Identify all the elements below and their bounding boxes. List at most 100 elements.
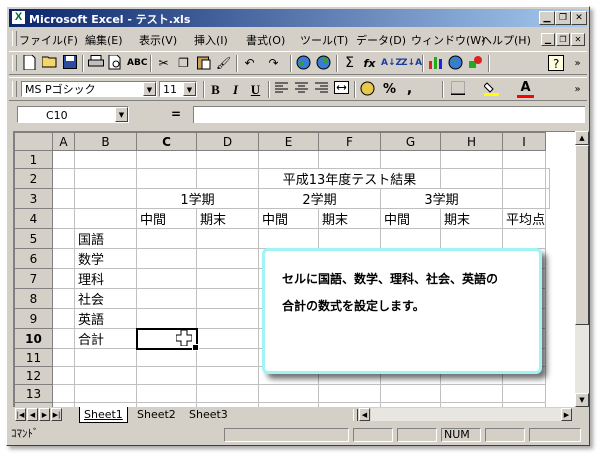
autosum-icon[interactable]: Σ bbox=[341, 55, 358, 72]
term-header-cell[interactable]: 2学期 bbox=[258, 188, 381, 209]
subheader-cell[interactable]: 中間 bbox=[136, 208, 197, 229]
font-name-select[interactable]: MS Pゴシック ▼ bbox=[21, 81, 157, 97]
cell[interactable] bbox=[52, 308, 75, 329]
term-header-cell[interactable]: 1学期 bbox=[136, 188, 259, 209]
tab-sheet1[interactable]: Sheet1 bbox=[79, 407, 128, 423]
row-header[interactable]: 5 bbox=[14, 228, 53, 249]
fill-handle[interactable] bbox=[191, 343, 199, 351]
cell[interactable] bbox=[136, 384, 197, 403]
menu-help[interactable]: ヘルプ(H) bbox=[481, 32, 531, 48]
minimize-button[interactable]: ▁ bbox=[539, 11, 555, 25]
cell[interactable] bbox=[74, 384, 137, 403]
scroll-left-icon[interactable]: ◀ bbox=[359, 408, 370, 421]
cell[interactable] bbox=[501, 384, 547, 403]
office-assistant-icon[interactable]: ? bbox=[547, 55, 564, 72]
italic-button[interactable]: I bbox=[227, 81, 244, 98]
merge-center-icon[interactable] bbox=[333, 81, 350, 98]
cell[interactable] bbox=[501, 188, 547, 209]
cell[interactable] bbox=[380, 150, 441, 169]
align-left-icon[interactable] bbox=[273, 81, 290, 98]
formula-input[interactable] bbox=[193, 106, 585, 123]
sort-descending-icon[interactable]: Z↓A bbox=[401, 55, 422, 72]
cell[interactable] bbox=[52, 288, 75, 309]
menu-view[interactable]: 表示(V) bbox=[139, 32, 177, 48]
cell[interactable] bbox=[196, 288, 259, 309]
chart-wizard-icon[interactable] bbox=[427, 55, 444, 72]
cell[interactable] bbox=[501, 150, 547, 169]
cell[interactable] bbox=[74, 188, 137, 209]
cell[interactable] bbox=[136, 348, 197, 367]
cell[interactable] bbox=[136, 288, 197, 309]
maximize-button[interactable]: ❐ bbox=[555, 11, 571, 25]
cell[interactable] bbox=[74, 150, 137, 169]
cell[interactable] bbox=[258, 228, 319, 249]
row-header[interactable]: 10 bbox=[14, 328, 53, 349]
cell[interactable] bbox=[52, 208, 75, 229]
row-header[interactable]: 12 bbox=[14, 366, 53, 385]
row-header[interactable]: 13 bbox=[14, 384, 53, 403]
cell[interactable] bbox=[52, 248, 75, 269]
font-color-button[interactable]: A bbox=[517, 81, 534, 98]
column-header[interactable]: A bbox=[52, 132, 75, 151]
cell[interactable] bbox=[196, 168, 259, 189]
cell[interactable] bbox=[52, 348, 75, 367]
cell[interactable] bbox=[52, 150, 75, 169]
percent-style-button[interactable]: % bbox=[381, 81, 398, 98]
cut-icon[interactable]: ✂ bbox=[155, 55, 172, 72]
cell[interactable] bbox=[380, 228, 441, 249]
row-header[interactable]: 2 bbox=[14, 168, 53, 189]
hyperlink-icon[interactable] bbox=[315, 55, 332, 72]
cell[interactable] bbox=[318, 228, 381, 249]
align-right-icon[interactable] bbox=[313, 81, 330, 98]
subheader-cell[interactable]: 期末 bbox=[318, 208, 381, 229]
active-cell[interactable] bbox=[135, 327, 199, 351]
cell[interactable] bbox=[74, 348, 137, 367]
underline-button[interactable]: U bbox=[247, 81, 264, 98]
cell[interactable] bbox=[196, 308, 259, 329]
subject-cell[interactable]: 理科 bbox=[74, 268, 137, 289]
subheader-cell[interactable]: 期末 bbox=[440, 208, 503, 229]
name-box[interactable]: C10 ▼ bbox=[17, 106, 129, 123]
row-header[interactable]: 8 bbox=[14, 288, 53, 309]
cell[interactable] bbox=[196, 248, 259, 269]
redo-icon[interactable]: ↷ bbox=[265, 55, 282, 72]
menu-insert[interactable]: 挿入(I) bbox=[194, 32, 228, 48]
prev-sheet-icon[interactable]: ◀ bbox=[27, 408, 38, 421]
cell[interactable] bbox=[52, 366, 75, 385]
doc-close-button[interactable]: ✕ bbox=[571, 33, 585, 46]
cell[interactable] bbox=[52, 188, 75, 209]
select-all-corner[interactable] bbox=[14, 132, 53, 151]
align-center-icon[interactable] bbox=[293, 81, 310, 98]
cell[interactable] bbox=[136, 228, 197, 249]
cell[interactable] bbox=[196, 384, 259, 403]
doc-minimize-button[interactable]: ▁ bbox=[541, 33, 555, 46]
scroll-thumb[interactable] bbox=[575, 145, 589, 325]
toolbar-options-chevron-icon[interactable]: » bbox=[569, 55, 586, 72]
doc-restore-button[interactable]: ❐ bbox=[556, 33, 570, 46]
web-toolbar-icon[interactable] bbox=[295, 55, 312, 72]
last-sheet-icon[interactable]: ▶| bbox=[51, 408, 62, 421]
scroll-right-icon[interactable]: ▶ bbox=[561, 408, 572, 421]
column-header[interactable]: B bbox=[74, 132, 137, 151]
currency-style-icon[interactable] bbox=[359, 81, 376, 98]
cell[interactable] bbox=[258, 384, 319, 403]
print-icon[interactable] bbox=[87, 55, 104, 72]
cell[interactable] bbox=[196, 348, 259, 367]
format-painter-icon[interactable]: 🖌 bbox=[215, 55, 232, 72]
cell[interactable] bbox=[258, 150, 319, 169]
row-header[interactable]: 7 bbox=[14, 268, 53, 289]
tab-sheet2[interactable]: Sheet2 bbox=[133, 407, 180, 422]
subheader-cell[interactable]: 期末 bbox=[196, 208, 259, 229]
cell[interactable] bbox=[196, 228, 259, 249]
sort-ascending-icon[interactable]: A↓Z bbox=[381, 55, 402, 72]
cell[interactable] bbox=[501, 228, 547, 249]
cell[interactable] bbox=[440, 228, 503, 249]
cell[interactable] bbox=[196, 366, 259, 385]
subject-cell[interactable]: 社会 bbox=[74, 288, 137, 309]
tab-split-handle[interactable] bbox=[353, 409, 358, 421]
menu-window[interactable]: ウィンドウ(W) bbox=[411, 32, 485, 48]
open-folder-icon[interactable] bbox=[41, 55, 58, 72]
cell[interactable] bbox=[52, 328, 75, 349]
bold-button[interactable]: B bbox=[207, 81, 224, 98]
cell[interactable] bbox=[501, 168, 547, 189]
